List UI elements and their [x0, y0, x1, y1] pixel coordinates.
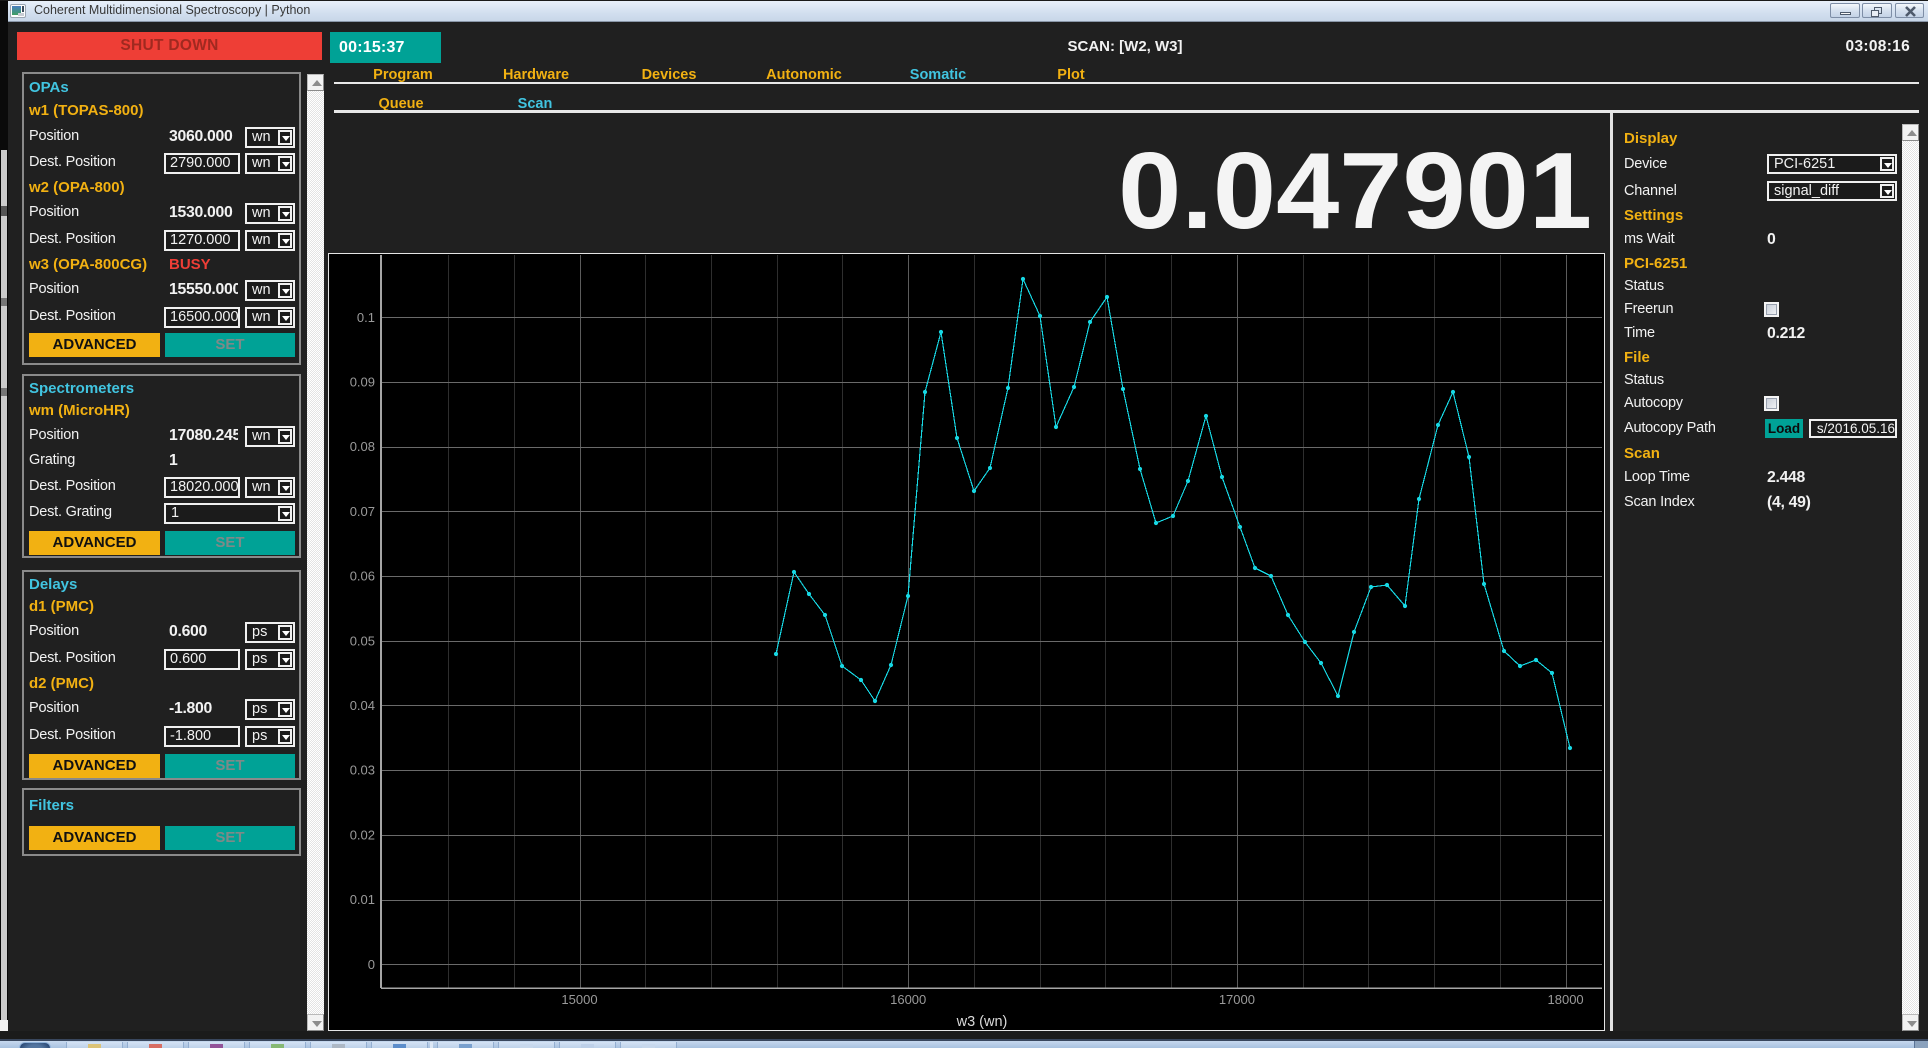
svg-text:0.1: 0.1 — [357, 310, 375, 325]
svg-text:0.04: 0.04 — [350, 698, 375, 713]
svg-text:0.09: 0.09 — [350, 375, 375, 390]
svg-text:18000: 18000 — [1548, 992, 1584, 1007]
svg-text:0: 0 — [368, 957, 375, 972]
svg-text:15000: 15000 — [561, 992, 597, 1007]
svg-text:17000: 17000 — [1219, 992, 1255, 1007]
svg-text:0.08: 0.08 — [350, 439, 375, 454]
svg-text:0.07: 0.07 — [350, 504, 375, 519]
svg-text:0.05: 0.05 — [350, 633, 375, 648]
svg-text:0.03: 0.03 — [350, 763, 375, 778]
svg-text:0.02: 0.02 — [350, 827, 375, 842]
svg-text:w3 (wn): w3 (wn) — [956, 1014, 1008, 1029]
svg-text:0.06: 0.06 — [350, 569, 375, 584]
svg-text:0.01: 0.01 — [350, 892, 375, 907]
svg-text:16000: 16000 — [890, 992, 926, 1007]
